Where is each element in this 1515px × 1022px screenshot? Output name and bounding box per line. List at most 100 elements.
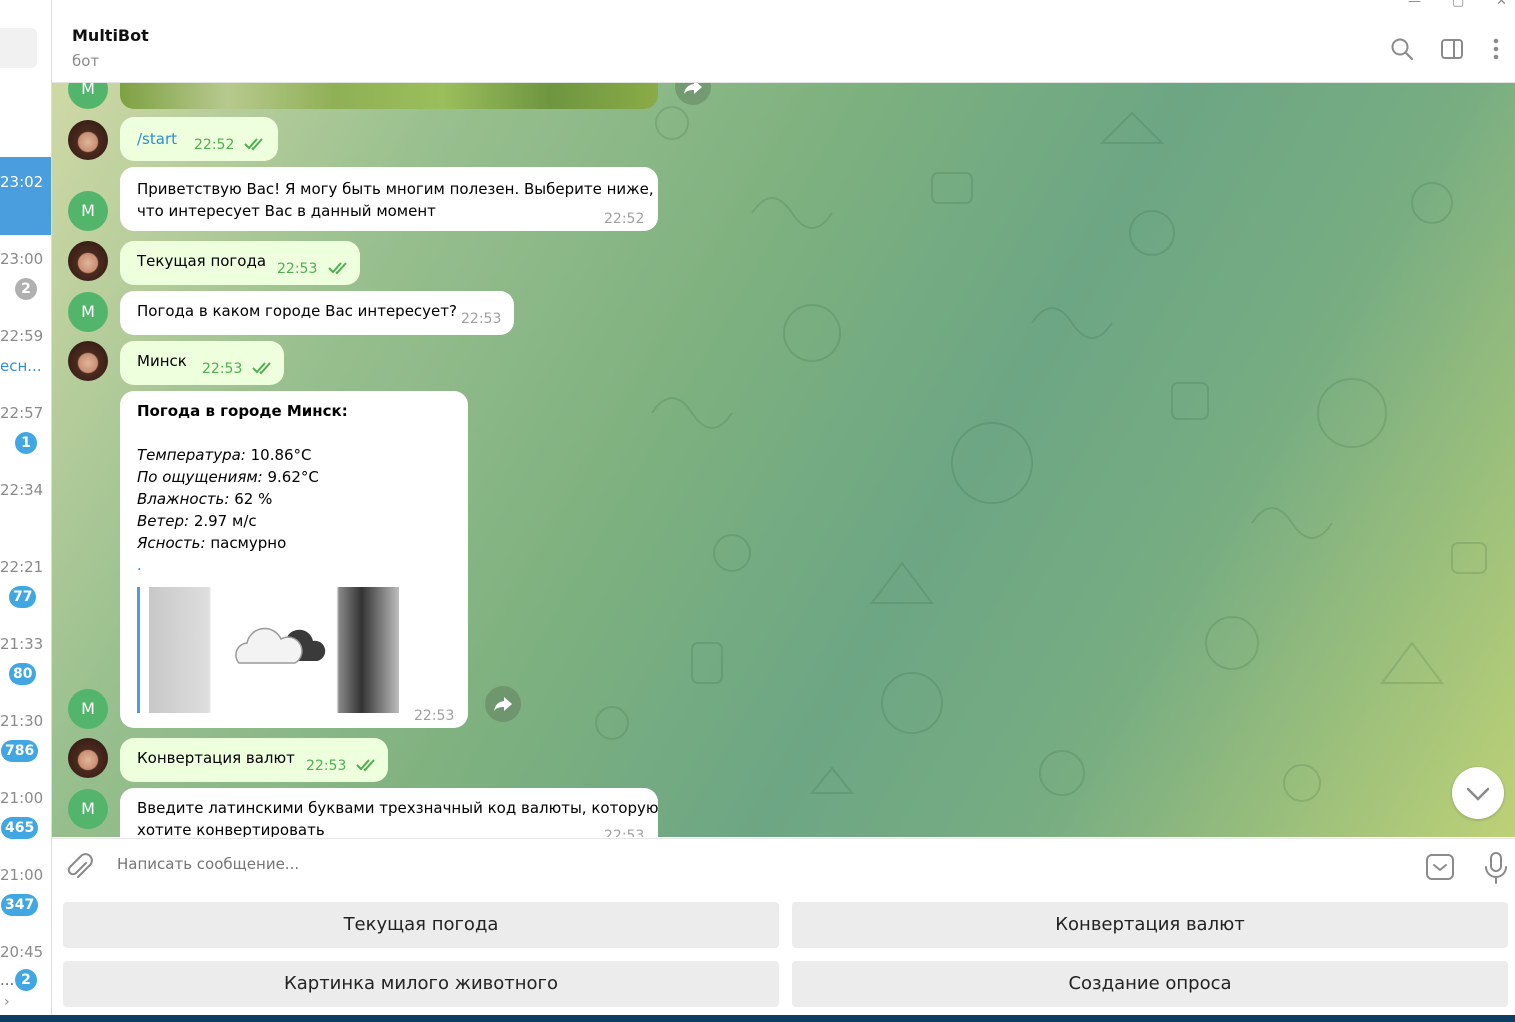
bot-avatar[interactable]: M bbox=[68, 191, 108, 231]
message-input[interactable] bbox=[117, 855, 1397, 873]
bot-keyboard-icon[interactable] bbox=[1425, 852, 1455, 882]
weather-label: Ветер: bbox=[137, 512, 190, 530]
unread-badge: 1 bbox=[15, 432, 37, 454]
outgoing-message[interactable]: Конвертация валют 22:53 bbox=[120, 738, 388, 782]
forward-button[interactable] bbox=[485, 686, 521, 722]
user-avatar[interactable] bbox=[68, 738, 108, 778]
message-time: 22:53 bbox=[277, 261, 318, 277]
keyboard-button-weather[interactable]: Текущая погода bbox=[63, 902, 779, 948]
minimize-icon[interactable]: — bbox=[1408, 0, 1421, 9]
incoming-message[interactable]: Введите латинскими буквами трехзначный к… bbox=[120, 788, 659, 837]
weather-value: пасмурно bbox=[205, 534, 287, 552]
chevron-right-icon[interactable]: › bbox=[4, 994, 10, 1010]
user-avatar[interactable] bbox=[68, 241, 108, 281]
double-check-icon bbox=[244, 138, 263, 151]
taskbar-edge bbox=[0, 1015, 1515, 1022]
message-time: 22:53 bbox=[306, 758, 347, 774]
chat-list-item-active[interactable] bbox=[0, 157, 51, 235]
weather-row-feels-like: По ощущениям: 9.62°C bbox=[137, 466, 319, 488]
weather-value: 62 % bbox=[229, 490, 273, 508]
bot-avatar[interactable]: M bbox=[68, 292, 108, 332]
chat-list-time: 21:00 bbox=[0, 789, 44, 807]
message-text: Текущая погода bbox=[137, 252, 267, 270]
unread-badge: 347 bbox=[1, 894, 39, 916]
outgoing-message[interactable]: /start 22:52 bbox=[120, 117, 278, 161]
more-vertical-icon[interactable] bbox=[1483, 36, 1509, 62]
incoming-message[interactable]: Погода в каком городе Вас интересует? 22… bbox=[120, 291, 514, 335]
bot-command-link[interactable]: /start bbox=[137, 128, 177, 150]
message-text: хотите конвертировать bbox=[137, 821, 325, 837]
cloud-icon bbox=[235, 627, 326, 664]
unread-badge: 2 bbox=[15, 969, 37, 991]
close-icon[interactable]: ✕ bbox=[1496, 0, 1507, 9]
link-preview[interactable] bbox=[137, 587, 402, 713]
outgoing-message[interactable]: Текущая погода 22:53 bbox=[120, 241, 360, 285]
message-time: 22:53 bbox=[414, 708, 455, 724]
user-avatar[interactable] bbox=[68, 341, 108, 381]
chat-list-time: 23:02 bbox=[0, 173, 44, 191]
message-text: Минск bbox=[137, 352, 187, 370]
user-avatar[interactable] bbox=[68, 120, 108, 160]
message-text: Приветствую Вас! Я могу быть многим поле… bbox=[137, 180, 654, 198]
scroll-to-bottom-button[interactable] bbox=[1452, 767, 1504, 819]
message-time: 22:52 bbox=[604, 211, 645, 227]
keyboard-button-create-poll[interactable]: Создание опроса bbox=[792, 961, 1508, 1007]
window-titlebar: — ▢ ✕ bbox=[0, 0, 1515, 15]
chat-title[interactable]: MultiBot bbox=[72, 26, 149, 45]
chat-list-time: 21:00 bbox=[0, 866, 44, 884]
weather-row-wind: Ветер: 2.97 м/с bbox=[137, 510, 257, 532]
maximize-icon[interactable]: ▢ bbox=[1452, 0, 1464, 9]
unread-badge: 2 bbox=[15, 278, 37, 300]
photo-message[interactable] bbox=[120, 83, 658, 109]
weather-value: 10.86°C bbox=[245, 446, 312, 464]
double-check-icon bbox=[252, 362, 271, 375]
message-text: Введите латинскими буквами трехзначный к… bbox=[137, 799, 659, 817]
bot-avatar[interactable]: M bbox=[68, 689, 108, 729]
forward-icon bbox=[684, 83, 702, 94]
chat-list-snippet: ... bbox=[0, 971, 15, 989]
chat-list-time: 22:34 bbox=[0, 481, 44, 499]
weather-value: 9.62°C bbox=[262, 468, 319, 486]
chevron-down-icon bbox=[1466, 787, 1490, 801]
chat-list-time: 22:59 bbox=[0, 327, 44, 345]
chat-list-panel: 23:02 23:00 2 22:59 есн... 22:57 1 22:34… bbox=[0, 0, 52, 1022]
unread-badge: 786 bbox=[1, 740, 39, 762]
chat-list-time: 22:21 bbox=[0, 558, 44, 576]
search-field[interactable] bbox=[0, 28, 37, 68]
weather-row-humidity: Влажность: 62 % bbox=[137, 488, 272, 510]
weather-row-clarity: Ясность: пасмурно bbox=[137, 532, 286, 554]
weather-label: Ясность: bbox=[137, 534, 206, 552]
chat-list-time: 21:30 bbox=[0, 712, 44, 730]
message-time: 22:53 bbox=[461, 311, 502, 327]
message-time: 22:53 bbox=[202, 361, 243, 377]
bot-reply-keyboard: Текущая погода Конвертация валют Картинк… bbox=[52, 896, 1515, 1015]
search-icon[interactable] bbox=[1389, 36, 1415, 62]
weather-label: Влажность: bbox=[137, 490, 230, 508]
keyboard-button-currency[interactable]: Конвертация валют bbox=[792, 902, 1508, 948]
outgoing-message[interactable]: Минск 22:53 bbox=[120, 341, 284, 385]
chat-list-time: 20:45 bbox=[0, 943, 44, 961]
chat-list-time: 23:00 bbox=[0, 250, 44, 268]
forward-icon bbox=[494, 697, 512, 711]
chat-list-snippet: есн... bbox=[0, 357, 42, 375]
weather-message[interactable]: Погода в городе Минск: Температура: 10.8… bbox=[120, 391, 468, 728]
double-check-icon bbox=[328, 262, 347, 275]
double-check-icon bbox=[356, 759, 375, 772]
chat-list-time: 22:57 bbox=[0, 404, 44, 422]
weather-value: 2.97 м/с bbox=[189, 512, 257, 530]
keyboard-button-animal-picture[interactable]: Картинка милого животного bbox=[63, 961, 779, 1007]
message-text: Конвертация валют bbox=[137, 749, 295, 767]
message-composer bbox=[52, 838, 1515, 897]
unread-badge: 80 bbox=[9, 663, 37, 685]
chat-list-time: 21:33 bbox=[0, 635, 44, 653]
link-dot[interactable]: . bbox=[137, 554, 142, 576]
sidebar-toggle-icon[interactable] bbox=[1439, 36, 1465, 62]
bot-avatar[interactable]: M bbox=[68, 789, 108, 829]
attach-icon[interactable] bbox=[66, 853, 94, 883]
message-area[interactable]: M /start 22:52 M Приветствую Вас! Я могу… bbox=[52, 83, 1515, 837]
weather-heading: Погода в городе Минск: bbox=[137, 402, 348, 420]
message-text: Погода в каком городе Вас интересует? bbox=[137, 302, 457, 320]
forward-button[interactable] bbox=[675, 83, 711, 105]
microphone-icon[interactable] bbox=[1482, 851, 1510, 885]
incoming-message[interactable]: Приветствую Вас! Я могу быть многим поле… bbox=[120, 167, 658, 231]
